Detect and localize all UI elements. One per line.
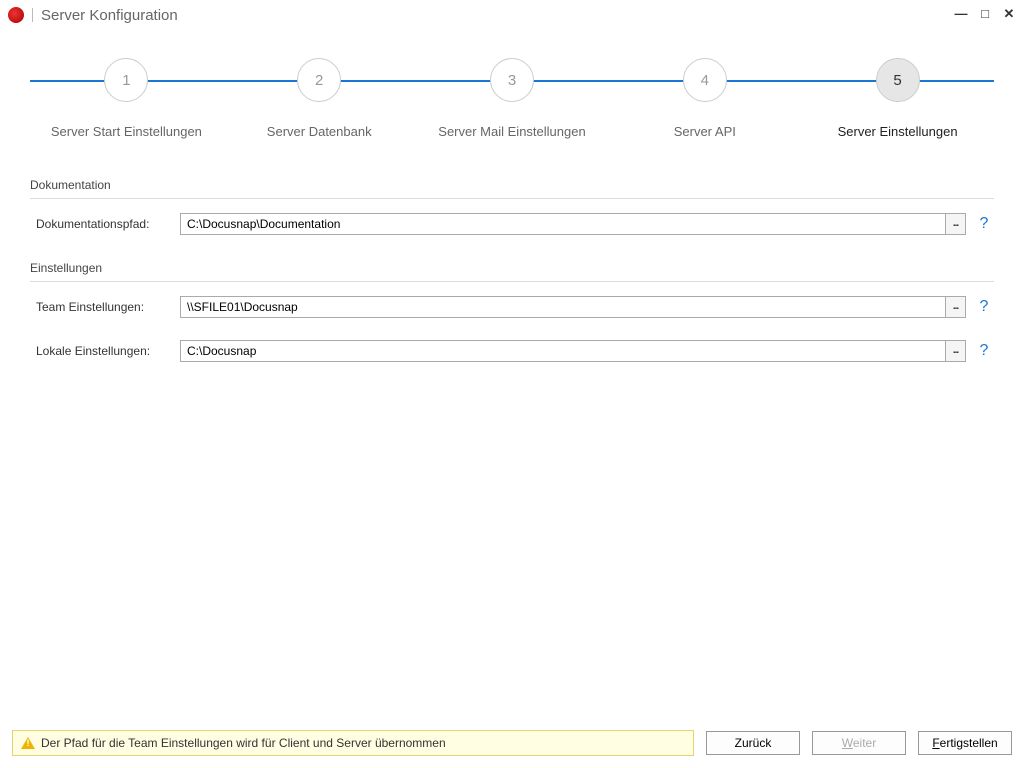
wizard-step-label: Server Einstellungen [838, 124, 958, 139]
local-settings-input[interactable] [181, 341, 945, 361]
wizard-step-label: Server Datenbank [267, 124, 372, 139]
app-icon [8, 7, 24, 23]
section-settings-title: Einstellungen [30, 253, 994, 282]
ellipsis-icon: ... [953, 222, 958, 226]
titlebar: Server Konfiguration — □ ✕ [0, 0, 1024, 30]
wizard-step-circle: 2 [297, 58, 341, 102]
window-controls: — □ ✕ [954, 8, 1016, 22]
wizard-step-2[interactable]: 2 Server Datenbank [223, 50, 416, 139]
wizard-step-label: Server API [674, 124, 736, 139]
back-button[interactable]: Zurück [706, 731, 800, 755]
team-settings-input-wrap: ... [180, 296, 966, 318]
wizard-step-label: Server Start Einstellungen [51, 124, 202, 139]
content-area: 1 Server Start Einstellungen 2 Server Daten… [0, 30, 1024, 722]
local-settings-help-icon[interactable]: ? [974, 342, 994, 360]
local-settings-input-wrap: ... [180, 340, 966, 362]
row-doc-path: Dokumentationspfad: ... ? [30, 205, 994, 243]
wizard-step-circle: 1 [104, 58, 148, 102]
wizard-steps: 1 Server Start Einstellungen 2 Server Daten… [30, 50, 994, 150]
wizard-step-1[interactable]: 1 Server Start Einstellungen [30, 50, 223, 139]
wizard-step-label: Server Mail Einstellungen [438, 124, 585, 139]
team-settings-input[interactable] [181, 297, 945, 317]
wizard-step-circle: 5 [876, 58, 920, 102]
wizard-step-circle: 3 [490, 58, 534, 102]
close-button[interactable]: ✕ [1002, 8, 1016, 22]
window-title: Server Konfiguration [41, 7, 178, 24]
doc-path-browse-button[interactable]: ... [945, 214, 965, 234]
team-settings-label: Team Einstellungen: [30, 300, 180, 314]
wizard-step-circle: 4 [683, 58, 727, 102]
footer: Der Pfad für die Team Einstellungen wird… [0, 722, 1024, 768]
local-settings-browse-button[interactable]: ... [945, 341, 965, 361]
row-local-settings: Lokale Einstellungen: ... ? [30, 332, 994, 370]
maximize-button[interactable]: □ [978, 8, 992, 22]
wizard-step-3[interactable]: 3 Server Mail Einstellungen [416, 50, 609, 139]
next-button[interactable]: Weiter [812, 731, 906, 755]
titlebar-separator [32, 8, 33, 22]
warning-bar: Der Pfad für die Team Einstellungen wird… [12, 730, 694, 756]
team-settings-browse-button[interactable]: ... [945, 297, 965, 317]
finish-button[interactable]: Fertigstellen [918, 731, 1012, 755]
team-settings-help-icon[interactable]: ? [974, 298, 994, 316]
doc-path-input-wrap: ... [180, 213, 966, 235]
row-team-settings: Team Einstellungen: ... ? [30, 288, 994, 326]
wizard-step-5[interactable]: 5 Server Einstellungen [801, 50, 994, 139]
ellipsis-icon: ... [953, 349, 958, 353]
ellipsis-icon: ... [953, 305, 958, 309]
local-settings-label: Lokale Einstellungen: [30, 344, 180, 358]
warning-text: Der Pfad für die Team Einstellungen wird… [41, 736, 446, 750]
doc-path-input[interactable] [181, 214, 945, 234]
minimize-button[interactable]: — [954, 8, 968, 22]
section-documentation-title: Dokumentation [30, 170, 994, 199]
doc-path-help-icon[interactable]: ? [974, 215, 994, 233]
doc-path-label: Dokumentationspfad: [30, 217, 180, 231]
wizard-step-4[interactable]: 4 Server API [608, 50, 801, 139]
warning-icon [21, 737, 35, 749]
